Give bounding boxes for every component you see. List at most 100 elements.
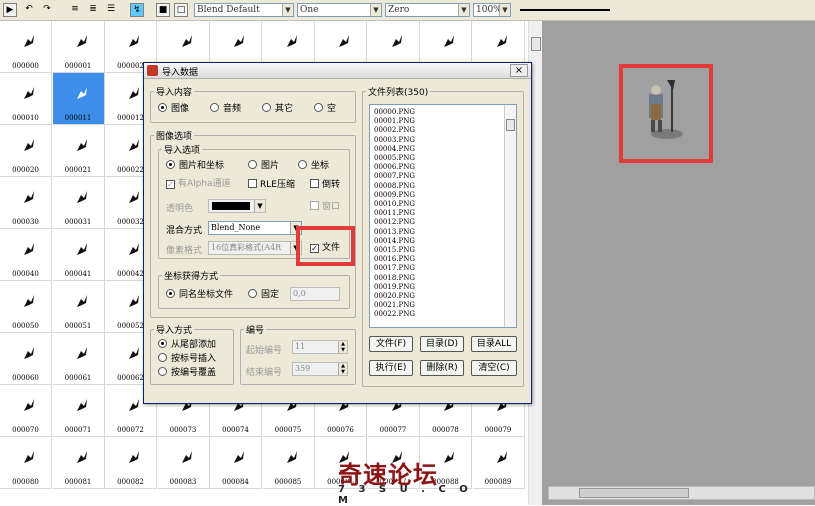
frame-cell[interactable]: 000070	[0, 385, 52, 437]
pixel-format-select[interactable]: 16位真彩格式(A4R ▼	[208, 241, 302, 255]
scroll-thumb[interactable]	[531, 37, 541, 51]
frame-cell[interactable]: 000085	[262, 437, 315, 489]
frame-cell[interactable]: 000001	[52, 21, 105, 73]
file-list-item[interactable]: 00004.PNG	[374, 145, 415, 153]
redo-icon[interactable]: ↷	[40, 3, 54, 17]
file-list-item[interactable]: 00011.PNG	[374, 209, 415, 217]
frame-cell[interactable]: 000051	[52, 281, 105, 333]
file-list-item[interactable]: 00010.PNG	[374, 200, 415, 208]
frame-cell[interactable]: 000061	[52, 333, 105, 385]
frame-cell[interactable]: 000020	[0, 125, 52, 177]
dir-button[interactable]: 目录(D)	[420, 336, 464, 352]
frame-cell[interactable]: 000081	[52, 437, 105, 489]
spin-icon[interactable]: ▲ ▼	[338, 363, 347, 375]
checkbox-box	[248, 179, 257, 188]
spin-icon[interactable]: ▲ ▼	[338, 341, 347, 353]
box-icon[interactable]: ■	[156, 3, 170, 17]
radio-empty[interactable]: 空	[314, 103, 336, 115]
file-list-item[interactable]: 00017.PNG	[374, 264, 415, 272]
frame-cell[interactable]: 000071	[52, 385, 105, 437]
zoom-combo[interactable]: 100% ▼	[473, 3, 511, 17]
frame-cell[interactable]: 000031	[52, 177, 105, 229]
dst-combo[interactable]: Zero ▼	[385, 3, 470, 17]
preview-scrollbar[interactable]	[548, 486, 815, 500]
delete-button[interactable]: 删除(R)	[420, 360, 464, 376]
file-list-item[interactable]: 00009.PNG	[374, 191, 415, 199]
file-list-item[interactable]: 00005.PNG	[374, 154, 415, 162]
undo-icon[interactable]: ↶	[22, 3, 36, 17]
radio-audio[interactable]: 音频	[210, 103, 241, 115]
radio-same-name-file[interactable]: 同名坐标文件	[166, 289, 233, 301]
start-number-field[interactable]: 11 ▲ ▼	[292, 340, 348, 354]
src-combo[interactable]: One ▼	[297, 3, 382, 17]
list-icon[interactable]: ☰	[104, 3, 118, 17]
file-list-item[interactable]: 00020.PNG	[374, 292, 415, 300]
file-list-item[interactable]: 00015.PNG	[374, 246, 415, 254]
frame-cell[interactable]: 000060	[0, 333, 52, 385]
flip-checkbox[interactable]: 倒转	[310, 179, 340, 191]
frame-cell[interactable]: 000082	[105, 437, 157, 489]
frame-cell[interactable]: 000083	[157, 437, 210, 489]
file-button[interactable]: 文件(F)	[369, 336, 413, 352]
file-list-item[interactable]: 00022.PNG	[374, 310, 415, 318]
file-list-item[interactable]: 00016.PNG	[374, 255, 415, 263]
radio-image-and-coord[interactable]: 图片和坐标	[166, 160, 224, 172]
frame-cell[interactable]: 000010	[0, 73, 52, 125]
file-list-item[interactable]: 00014.PNG	[374, 237, 415, 245]
scroll-thumb[interactable]	[579, 488, 689, 498]
blend-combo[interactable]: Blend Default ▼	[194, 3, 294, 17]
scroll-thumb[interactable]	[506, 119, 515, 131]
radio-fixed[interactable]: 固定	[248, 289, 279, 301]
play-icon[interactable]: ▶	[3, 3, 17, 17]
file-list-item[interactable]: 00003.PNG	[374, 136, 415, 144]
frame-cell[interactable]: 000080	[0, 437, 52, 489]
window-checkbox[interactable]: 窗口	[310, 201, 340, 213]
file-list-item[interactable]: 00012.PNG	[374, 218, 415, 226]
file-list-item[interactable]: 00008.PNG	[374, 182, 415, 190]
file-list-item[interactable]: 00006.PNG	[374, 163, 415, 171]
zoom-slider[interactable]	[520, 9, 610, 11]
radio-other[interactable]: 其它	[262, 103, 293, 115]
file-list-item[interactable]: 00018.PNG	[374, 274, 415, 282]
blend-select[interactable]: Blend_None ▼	[208, 221, 302, 235]
file-list-scrollbar[interactable]	[504, 105, 516, 327]
file-list-item[interactable]: 00019.PNG	[374, 283, 415, 291]
file-list-item[interactable]: 00013.PNG	[374, 228, 415, 236]
radio-append[interactable]: 从尾部添加	[158, 339, 216, 351]
align-left-icon[interactable]: ≡	[68, 3, 82, 17]
radio-overwrite[interactable]: 按编号覆盖	[158, 367, 216, 379]
execute-button[interactable]: 执行(E)	[369, 360, 413, 376]
dir-all-button[interactable]: 目录ALL	[471, 336, 517, 352]
sprite-thumbnail	[127, 241, 141, 257]
frame-cell[interactable]: 000000	[0, 21, 52, 73]
clear-button[interactable]: 清空(C)	[471, 360, 517, 376]
file-list[interactable]: 00000.PNG 00001.PNG 00002.PNG 00003.PNG 0000…	[369, 104, 517, 328]
file-list-item[interactable]: 00001.PNG	[374, 117, 415, 125]
marker-icon[interactable]: ↯	[130, 3, 144, 17]
end-number-field[interactable]: 359 ▲ ▼	[292, 362, 348, 376]
frame-cell[interactable]: 000050	[0, 281, 52, 333]
frame-cell[interactable]: 000030	[0, 177, 52, 229]
file-list-item[interactable]: 00002.PNG	[374, 126, 415, 134]
file-list-item[interactable]: 00000.PNG	[374, 108, 415, 116]
close-button[interactable]: ×	[510, 64, 528, 77]
fixed-coord-field[interactable]: 0,0	[290, 287, 340, 301]
frame-cell[interactable]: 000041	[52, 229, 105, 281]
sprite-thumbnail	[127, 397, 141, 413]
frame-cell[interactable]: 000021	[52, 125, 105, 177]
file-list-item[interactable]: 00021.PNG	[374, 301, 415, 309]
radio-image-only[interactable]: 图片	[248, 160, 279, 172]
radio-coord-only[interactable]: 坐标	[298, 160, 329, 172]
align-center-icon[interactable]: ≣	[86, 3, 100, 17]
transparent-color-picker[interactable]: ▼	[208, 199, 266, 213]
frame-cell[interactable]: 000084	[210, 437, 262, 489]
dialog-titlebar[interactable]: 导入数据 ×	[144, 63, 531, 79]
frame-cell[interactable]: 000040	[0, 229, 52, 281]
radio-image[interactable]: 图像	[158, 103, 189, 115]
radio-insert[interactable]: 按标号插入	[158, 353, 216, 365]
file-list-item[interactable]: 00007.PNG	[374, 172, 415, 180]
frame-cell[interactable]: 000011	[52, 73, 105, 125]
frame-icon[interactable]: □	[174, 3, 188, 17]
rle-checkbox[interactable]: RLE压缩	[248, 179, 295, 191]
alpha-checkbox[interactable]: ✓ 有Alpha通道	[166, 179, 231, 190]
